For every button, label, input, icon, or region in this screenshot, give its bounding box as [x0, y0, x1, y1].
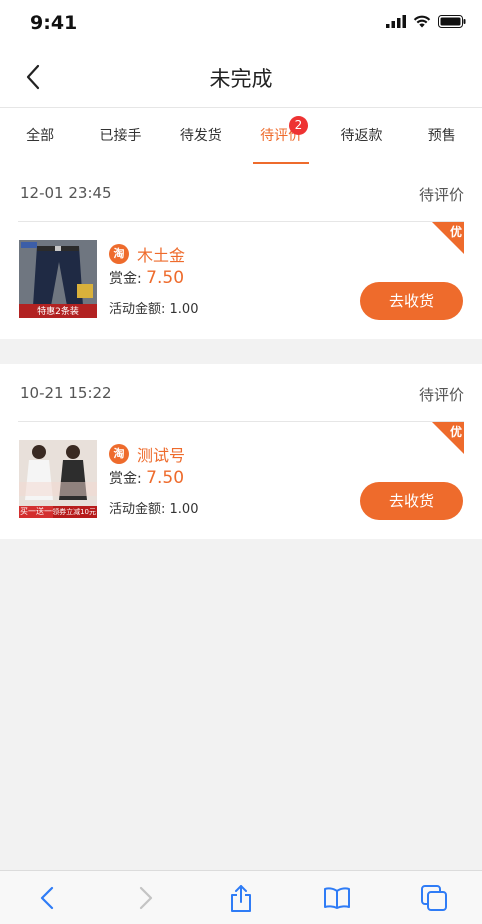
battery-icon: [438, 15, 466, 28]
tab-label: 全部: [26, 128, 55, 144]
thumbnail-caption-right: 领券立减10元: [52, 508, 96, 516]
premium-corner-badge: 优: [432, 222, 464, 254]
taobao-icon: 淘: [109, 244, 129, 264]
premium-badge-label: 优: [449, 425, 462, 439]
order-body: 优 买一送一 领券立减10元 淘 测试号 赏金: 7.50 活动金额: 1.00…: [0, 422, 482, 539]
chevron-right-icon: [139, 886, 152, 909]
status-time: 9:41: [30, 12, 78, 34]
tab-label: 待发货: [179, 128, 222, 144]
reward-label: 赏金:: [109, 471, 142, 487]
activity-label: 活动金额:: [109, 302, 166, 317]
tab-label: 已接手: [99, 128, 142, 144]
order-header: 12-01 23:45 待评价: [18, 164, 464, 222]
browser-back-button[interactable]: [28, 878, 68, 918]
product-thumbnail[interactable]: 特惠2条装: [19, 240, 97, 318]
order-body: 优 特惠2条装 淘 木土金 赏金: 7.50 活动金额: 1.00 去收货: [0, 222, 482, 339]
shop-name: 木土金: [137, 246, 186, 265]
tab-label: 待返款: [340, 128, 383, 144]
product-thumbnail[interactable]: 买一送一 领券立减10元: [19, 440, 97, 518]
activity-amount: 1.00: [169, 502, 199, 517]
reward-line: 赏金: 7.50: [109, 268, 184, 288]
activity-amount-line: 活动金额: 1.00: [109, 298, 198, 317]
nav-bar: 未完成: [0, 46, 482, 108]
thumbnail-caption: 特惠2条装: [37, 307, 79, 317]
premium-corner-badge: 优: [432, 422, 464, 454]
reward-line: 赏金: 7.50: [109, 468, 184, 488]
tab-accepted[interactable]: 已接手: [80, 108, 160, 164]
tab-all[interactable]: 全部: [0, 108, 80, 164]
book-icon: [324, 886, 351, 909]
tab-to-review[interactable]: 待评价 2: [241, 108, 321, 164]
activity-amount: 1.00: [169, 302, 199, 317]
page-title: 未完成: [209, 67, 273, 91]
browser-toolbar: [0, 870, 482, 924]
activity-label: 活动金额:: [109, 502, 166, 517]
tab-label: 预售: [427, 128, 456, 144]
confirm-receipt-button[interactable]: 去收货: [360, 482, 463, 520]
tab-to-ship[interactable]: 待发货: [161, 108, 241, 164]
tab-presale[interactable]: 预售: [402, 108, 482, 164]
status-bar: 9:41: [0, 0, 482, 46]
shop-name: 测试号: [137, 446, 186, 465]
order-status: 待评价: [418, 386, 464, 404]
order-card[interactable]: 12-01 23:45 待评价 优 特惠2条装 淘 木土金 赏金: 7.50 活…: [0, 164, 482, 339]
bookmarks-button[interactable]: [317, 878, 357, 918]
activity-amount-line: 活动金额: 1.00: [109, 498, 198, 517]
order-tabs: 全部 已接手 待发货 待评价 2 待返款 预售: [0, 108, 482, 164]
tab-count-badge: 2: [288, 116, 308, 135]
reward-label: 赏金:: [109, 271, 142, 287]
chevron-left-icon: [41, 886, 54, 909]
order-card[interactable]: 10-21 15:22 待评价 优 买一送一 领券立减10元 淘 测试号 赏金:…: [0, 364, 482, 539]
reward-amount: 7.50: [146, 268, 185, 288]
shop-info: 淘 木土金: [109, 242, 185, 266]
premium-badge-label: 优: [449, 225, 462, 239]
share-icon: [230, 884, 251, 912]
wifi-icon: [413, 15, 431, 28]
confirm-receipt-button[interactable]: 去收货: [360, 282, 463, 320]
order-header: 10-21 15:22 待评价: [18, 364, 464, 422]
order-status: 待评价: [418, 186, 464, 204]
reward-amount: 7.50: [146, 468, 185, 488]
order-date: 10-21 15:22: [20, 384, 112, 402]
share-button[interactable]: [221, 878, 261, 918]
browser-forward-button[interactable]: [125, 878, 165, 918]
status-icons: [386, 15, 466, 28]
taobao-icon: 淘: [109, 444, 129, 464]
thumbnail-caption-left: 买一送一: [20, 507, 52, 516]
tabs-button[interactable]: [414, 878, 454, 918]
order-date: 12-01 23:45: [20, 184, 112, 202]
tabs-icon: [420, 884, 447, 911]
tab-to-refund[interactable]: 待返款: [321, 108, 401, 164]
shop-info: 淘 测试号: [109, 442, 185, 466]
signal-icon: [386, 15, 406, 28]
